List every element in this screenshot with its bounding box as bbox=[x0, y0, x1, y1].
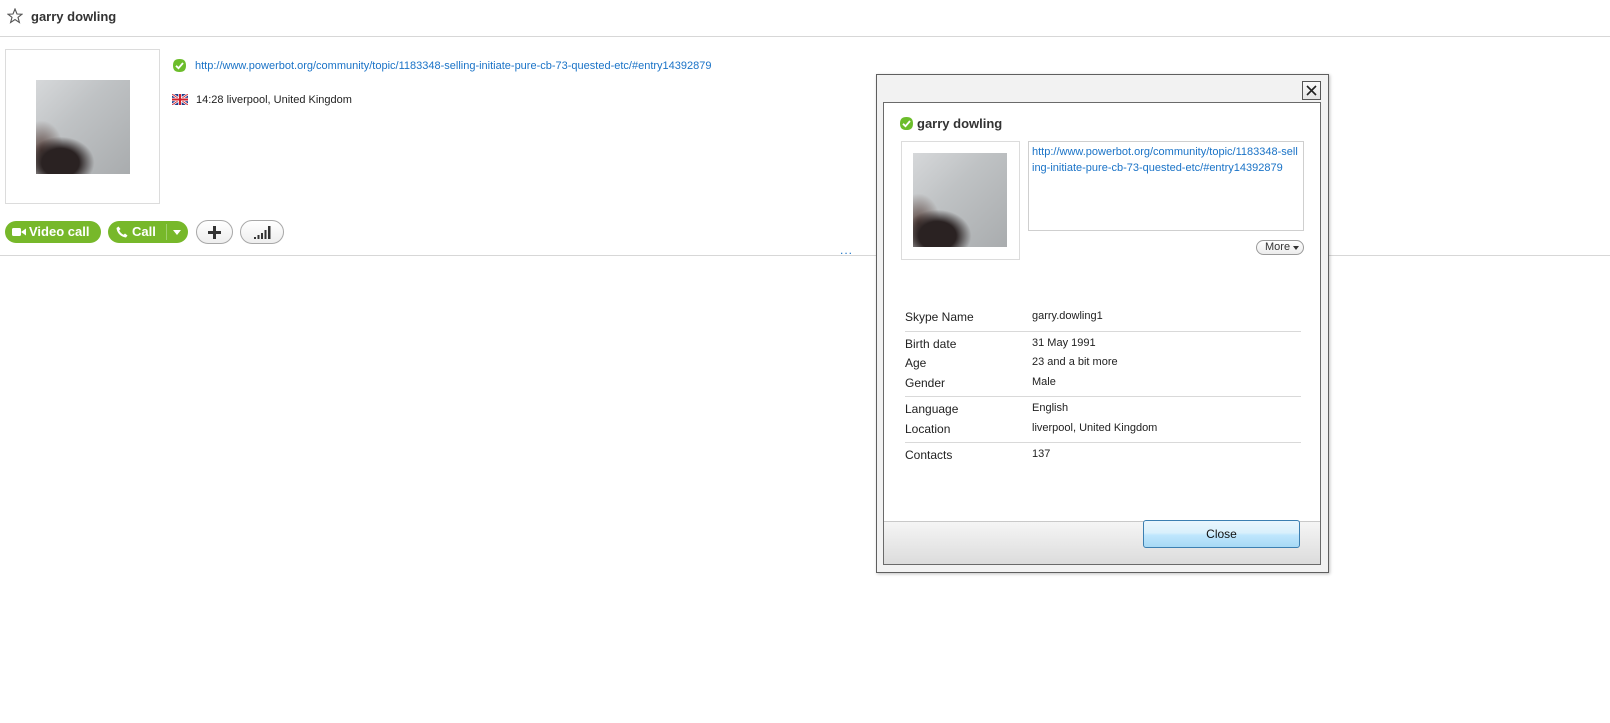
detail-value: garry.dowling1 bbox=[1032, 310, 1103, 322]
dialog-avatar bbox=[901, 141, 1020, 260]
detail-divider bbox=[905, 330, 1301, 332]
detail-row-age: Age 23 and a bit more bbox=[905, 354, 1301, 374]
detail-value: 137 bbox=[1032, 448, 1051, 460]
call-label: Call bbox=[132, 224, 156, 239]
conversation-header: garry dowling bbox=[0, 0, 1610, 37]
detail-row-contacts: Contacts 137 bbox=[905, 446, 1301, 466]
favorite-star-icon[interactable] bbox=[7, 8, 23, 24]
detail-label: Language bbox=[905, 402, 959, 416]
profile-dialog: garry dowling http://www.powerbot.org/co… bbox=[876, 74, 1329, 573]
online-status-icon bbox=[900, 117, 913, 130]
phone-icon bbox=[116, 226, 128, 238]
call-quality-button[interactable] bbox=[240, 220, 284, 244]
mood-message-link[interactable]: http://www.powerbot.org/community/topic/… bbox=[195, 60, 711, 72]
detail-label: Gender bbox=[905, 375, 946, 390]
more-label: More bbox=[1265, 241, 1291, 253]
detail-row-language: Language English bbox=[905, 400, 1301, 420]
detail-row-gender: Gender Male bbox=[905, 374, 1301, 394]
detail-value: Male bbox=[1032, 375, 1056, 388]
detail-value: liverpool, United Kingdom bbox=[1032, 421, 1158, 434]
detail-divider bbox=[905, 442, 1301, 443]
close-button[interactable]: Close bbox=[1143, 520, 1300, 548]
video-call-label: Video call bbox=[29, 224, 90, 239]
dialog-mood-message[interactable]: http://www.powerbot.org/community/topic/… bbox=[1028, 141, 1304, 231]
video-call-button[interactable]: Video call bbox=[5, 221, 101, 243]
close-icon bbox=[1306, 85, 1317, 96]
detail-label: Birth date bbox=[905, 336, 957, 351]
dialog-content: garry dowling http://www.powerbot.org/co… bbox=[883, 102, 1321, 565]
detail-label: Location bbox=[905, 421, 951, 436]
detail-row-skype-name: Skype Name garry.dowling1 bbox=[905, 308, 1301, 328]
video-camera-icon bbox=[12, 228, 26, 236]
detail-value: 31 May 1991 bbox=[1032, 336, 1096, 349]
call-button[interactable]: Call bbox=[108, 221, 188, 243]
call-button-separator bbox=[166, 224, 167, 240]
overflow-dots[interactable]: ... bbox=[840, 243, 853, 257]
add-people-button[interactable] bbox=[196, 220, 233, 244]
dialog-profile-photo bbox=[913, 153, 1007, 247]
plus-icon bbox=[208, 226, 221, 239]
profile-details: Skype Name garry.dowling1 Birth date 31 … bbox=[905, 308, 1301, 466]
uk-flag-icon bbox=[172, 94, 188, 105]
profile-photo bbox=[36, 80, 130, 174]
chevron-down-icon bbox=[1293, 246, 1299, 250]
detail-divider bbox=[905, 396, 1301, 397]
call-options-chevron-down-icon[interactable] bbox=[173, 230, 181, 235]
detail-value: 23 and a bit more bbox=[1032, 356, 1118, 368]
detail-label: Age bbox=[905, 356, 927, 370]
avatar[interactable] bbox=[5, 49, 160, 204]
detail-row-birth-date: Birth date 31 May 1991 bbox=[905, 335, 1301, 355]
dialog-close-x-button[interactable] bbox=[1302, 81, 1321, 100]
online-status-icon bbox=[173, 59, 186, 72]
detail-row-location: Location liverpool, United Kingdom bbox=[905, 420, 1301, 440]
detail-label: Skype Name bbox=[905, 310, 974, 324]
contact-title[interactable]: garry dowling bbox=[31, 9, 116, 24]
detail-label: Contacts bbox=[905, 448, 953, 462]
more-button[interactable]: More bbox=[1256, 240, 1304, 255]
detail-value: English bbox=[1032, 402, 1069, 414]
dialog-mood-link[interactable]: http://www.powerbot.org/community/topic/… bbox=[1032, 146, 1298, 174]
header-divider bbox=[0, 255, 1610, 256]
dialog-footer: Close bbox=[884, 520, 1320, 564]
local-time-location: 14:28 liverpool, United Kingdom bbox=[196, 94, 352, 106]
signal-bars-icon bbox=[254, 226, 271, 239]
dialog-contact-name: garry dowling bbox=[917, 116, 1003, 131]
